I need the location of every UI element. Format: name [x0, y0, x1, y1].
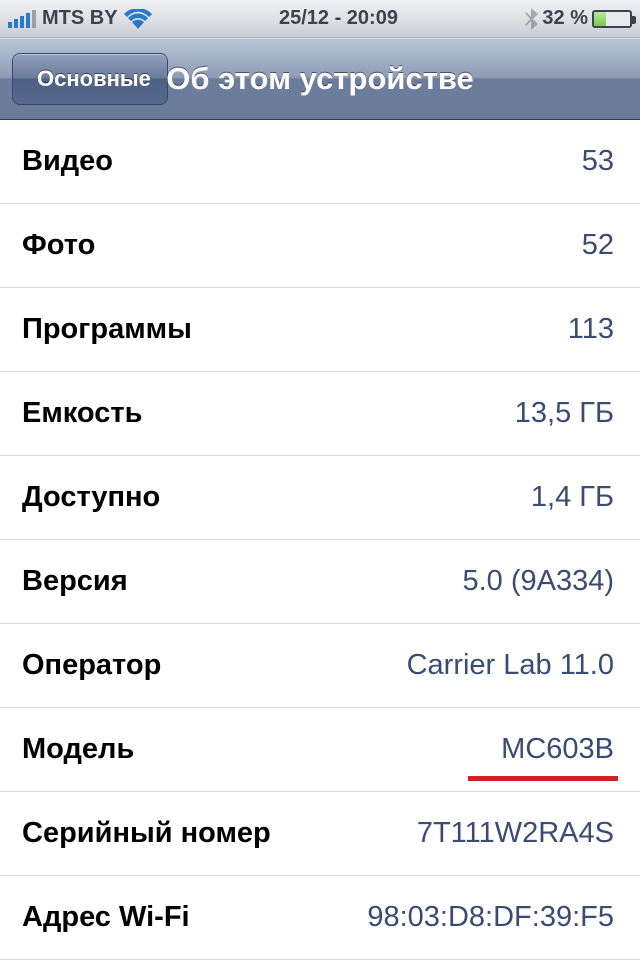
row-model[interactable]: Модель MC603B [0, 708, 640, 792]
row-label: Емкость [22, 397, 142, 430]
row-label: Доступно [22, 481, 160, 514]
status-clock: 25/12 - 20:09 [152, 7, 526, 30]
row-label: Модель [22, 733, 134, 766]
row-apps[interactable]: Программы 113 [0, 288, 640, 372]
battery-icon [592, 10, 632, 28]
row-version[interactable]: Версия 5.0 (9A334) [0, 540, 640, 624]
row-label: Версия [22, 565, 128, 598]
row-value: 5.0 (9A334) [462, 565, 614, 598]
row-label: Оператор [22, 649, 161, 682]
back-button[interactable]: Основные [12, 53, 168, 105]
status-left: MTS BY [8, 7, 152, 30]
row-label: Программы [22, 313, 192, 346]
row-value: 7T111W2RA4S [417, 817, 614, 850]
row-value: 53 [582, 145, 614, 178]
row-value: 113 [568, 313, 614, 346]
status-bar: MTS BY 25/12 - 20:09 32 % [0, 0, 640, 38]
row-wifi-address[interactable]: Адрес Wi-Fi 98:03:D8:DF:39:F5 [0, 876, 640, 960]
row-carrier[interactable]: Оператор Carrier Lab 11.0 [0, 624, 640, 708]
row-value: Carrier Lab 11.0 [407, 649, 614, 682]
carrier-name: MTS BY [42, 7, 118, 30]
row-value: 52 [582, 229, 614, 262]
row-label: Фото [22, 229, 95, 262]
row-label: Видео [22, 145, 113, 178]
battery-percentage: 32 % [542, 7, 588, 30]
about-table: Видео 53 Фото 52 Программы 113 Емкость 1… [0, 120, 640, 960]
back-button-label: Основные [37, 66, 151, 92]
row-value: MC603B [501, 733, 614, 766]
row-label: Серийный номер [22, 817, 271, 850]
row-serial[interactable]: Серийный номер 7T111W2RA4S [0, 792, 640, 876]
bluetooth-icon [525, 8, 538, 30]
row-label: Адрес Wi-Fi [22, 901, 190, 934]
row-video[interactable]: Видео 53 [0, 120, 640, 204]
wifi-icon [124, 9, 152, 29]
navigation-bar: Основные Об этом устройстве [0, 38, 640, 120]
row-value: 98:03:D8:DF:39:F5 [367, 901, 614, 934]
row-value: 13,5 ГБ [515, 397, 614, 430]
row-photos[interactable]: Фото 52 [0, 204, 640, 288]
row-capacity[interactable]: Емкость 13,5 ГБ [0, 372, 640, 456]
row-value: 1,4 ГБ [531, 481, 614, 514]
cellular-signal-icon [8, 10, 36, 28]
row-available[interactable]: Доступно 1,4 ГБ [0, 456, 640, 540]
status-right: 32 % [525, 7, 632, 30]
